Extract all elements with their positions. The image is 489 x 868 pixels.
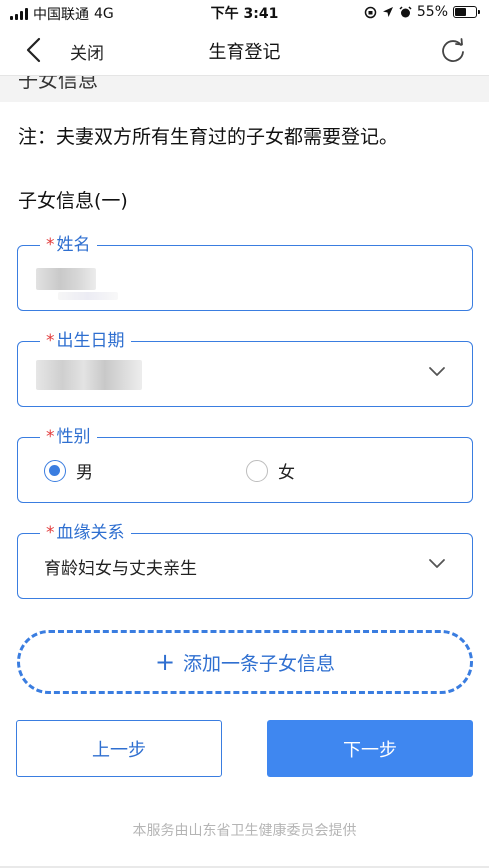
lock-rotation-icon <box>364 6 377 18</box>
gender-female-label: 女 <box>278 463 295 483</box>
alarm-icon <box>399 5 412 17</box>
gender-radio-group: 男 女 <box>44 458 452 486</box>
page-title: 生育登记 <box>208 42 281 63</box>
section-header-text: 子女信息 <box>18 76 98 92</box>
refresh-icon[interactable] <box>439 36 467 64</box>
next-step-button[interactable]: 下一步 <box>267 720 473 777</box>
required-mark: * <box>46 427 55 447</box>
status-bar: 中国联通 4G 下午 3:41 55% <box>0 0 489 24</box>
redacted-name <box>36 268 96 290</box>
section-header-peek: 子女信息 <box>0 76 489 102</box>
birth-date-field[interactable]: * 出生日期 <box>17 330 473 407</box>
name-field-label: * 姓名 <box>40 234 97 256</box>
chevron-down-icon[interactable] <box>428 366 446 378</box>
birth-date-label-text: 出生日期 <box>56 331 125 351</box>
chevron-down-icon[interactable] <box>428 558 446 570</box>
gender-option-male[interactable]: 男 <box>44 458 93 483</box>
relation-value: 育龄妇女与丈夫亲生 <box>44 559 197 579</box>
add-child-label: 添加一条子女信息 <box>183 652 336 675</box>
gender-field: * 性别 男 女 <box>17 426 473 503</box>
registration-note: 注：夫妻双方所有生育过的子女都需要登记。 <box>18 126 399 148</box>
required-mark: * <box>46 523 55 543</box>
redacted-name-shadow <box>58 292 118 300</box>
add-child-button[interactable]: + 添加一条子女信息 <box>17 630 473 694</box>
name-field[interactable]: * 姓名 <box>17 234 473 311</box>
battery-level <box>455 8 466 16</box>
relation-label-text: 血缘关系 <box>56 523 125 543</box>
birth-date-field-label: * 出生日期 <box>40 330 131 352</box>
prev-step-button[interactable]: 上一步 <box>16 720 222 777</box>
service-provider-footer: 本服务由山东省卫生健康委员会提供 <box>132 823 357 839</box>
gender-field-label: * 性别 <box>40 426 97 448</box>
child-info-title: 子女信息(一) <box>18 190 128 212</box>
radio-female[interactable] <box>246 459 268 482</box>
status-right: 55% <box>364 4 480 20</box>
redacted-date <box>36 360 142 390</box>
relation-field[interactable]: * 血缘关系 育龄妇女与丈夫亲生 <box>17 522 473 599</box>
location-arrow-icon <box>382 7 393 17</box>
plus-icon: + <box>154 648 176 676</box>
required-mark: * <box>46 331 55 351</box>
gender-option-female[interactable]: 女 <box>246 458 295 483</box>
relation-field-label: * 血缘关系 <box>40 522 131 544</box>
required-mark: * <box>46 235 55 255</box>
battery-icon <box>453 6 480 18</box>
nav-bar: 关闭 生育登记 <box>0 24 489 76</box>
gender-label-text: 性别 <box>56 427 91 447</box>
battery-percent: 55% <box>416 4 448 20</box>
radio-male[interactable] <box>44 459 66 482</box>
gender-male-label: 男 <box>76 463 93 483</box>
name-label-text: 姓名 <box>56 235 91 255</box>
